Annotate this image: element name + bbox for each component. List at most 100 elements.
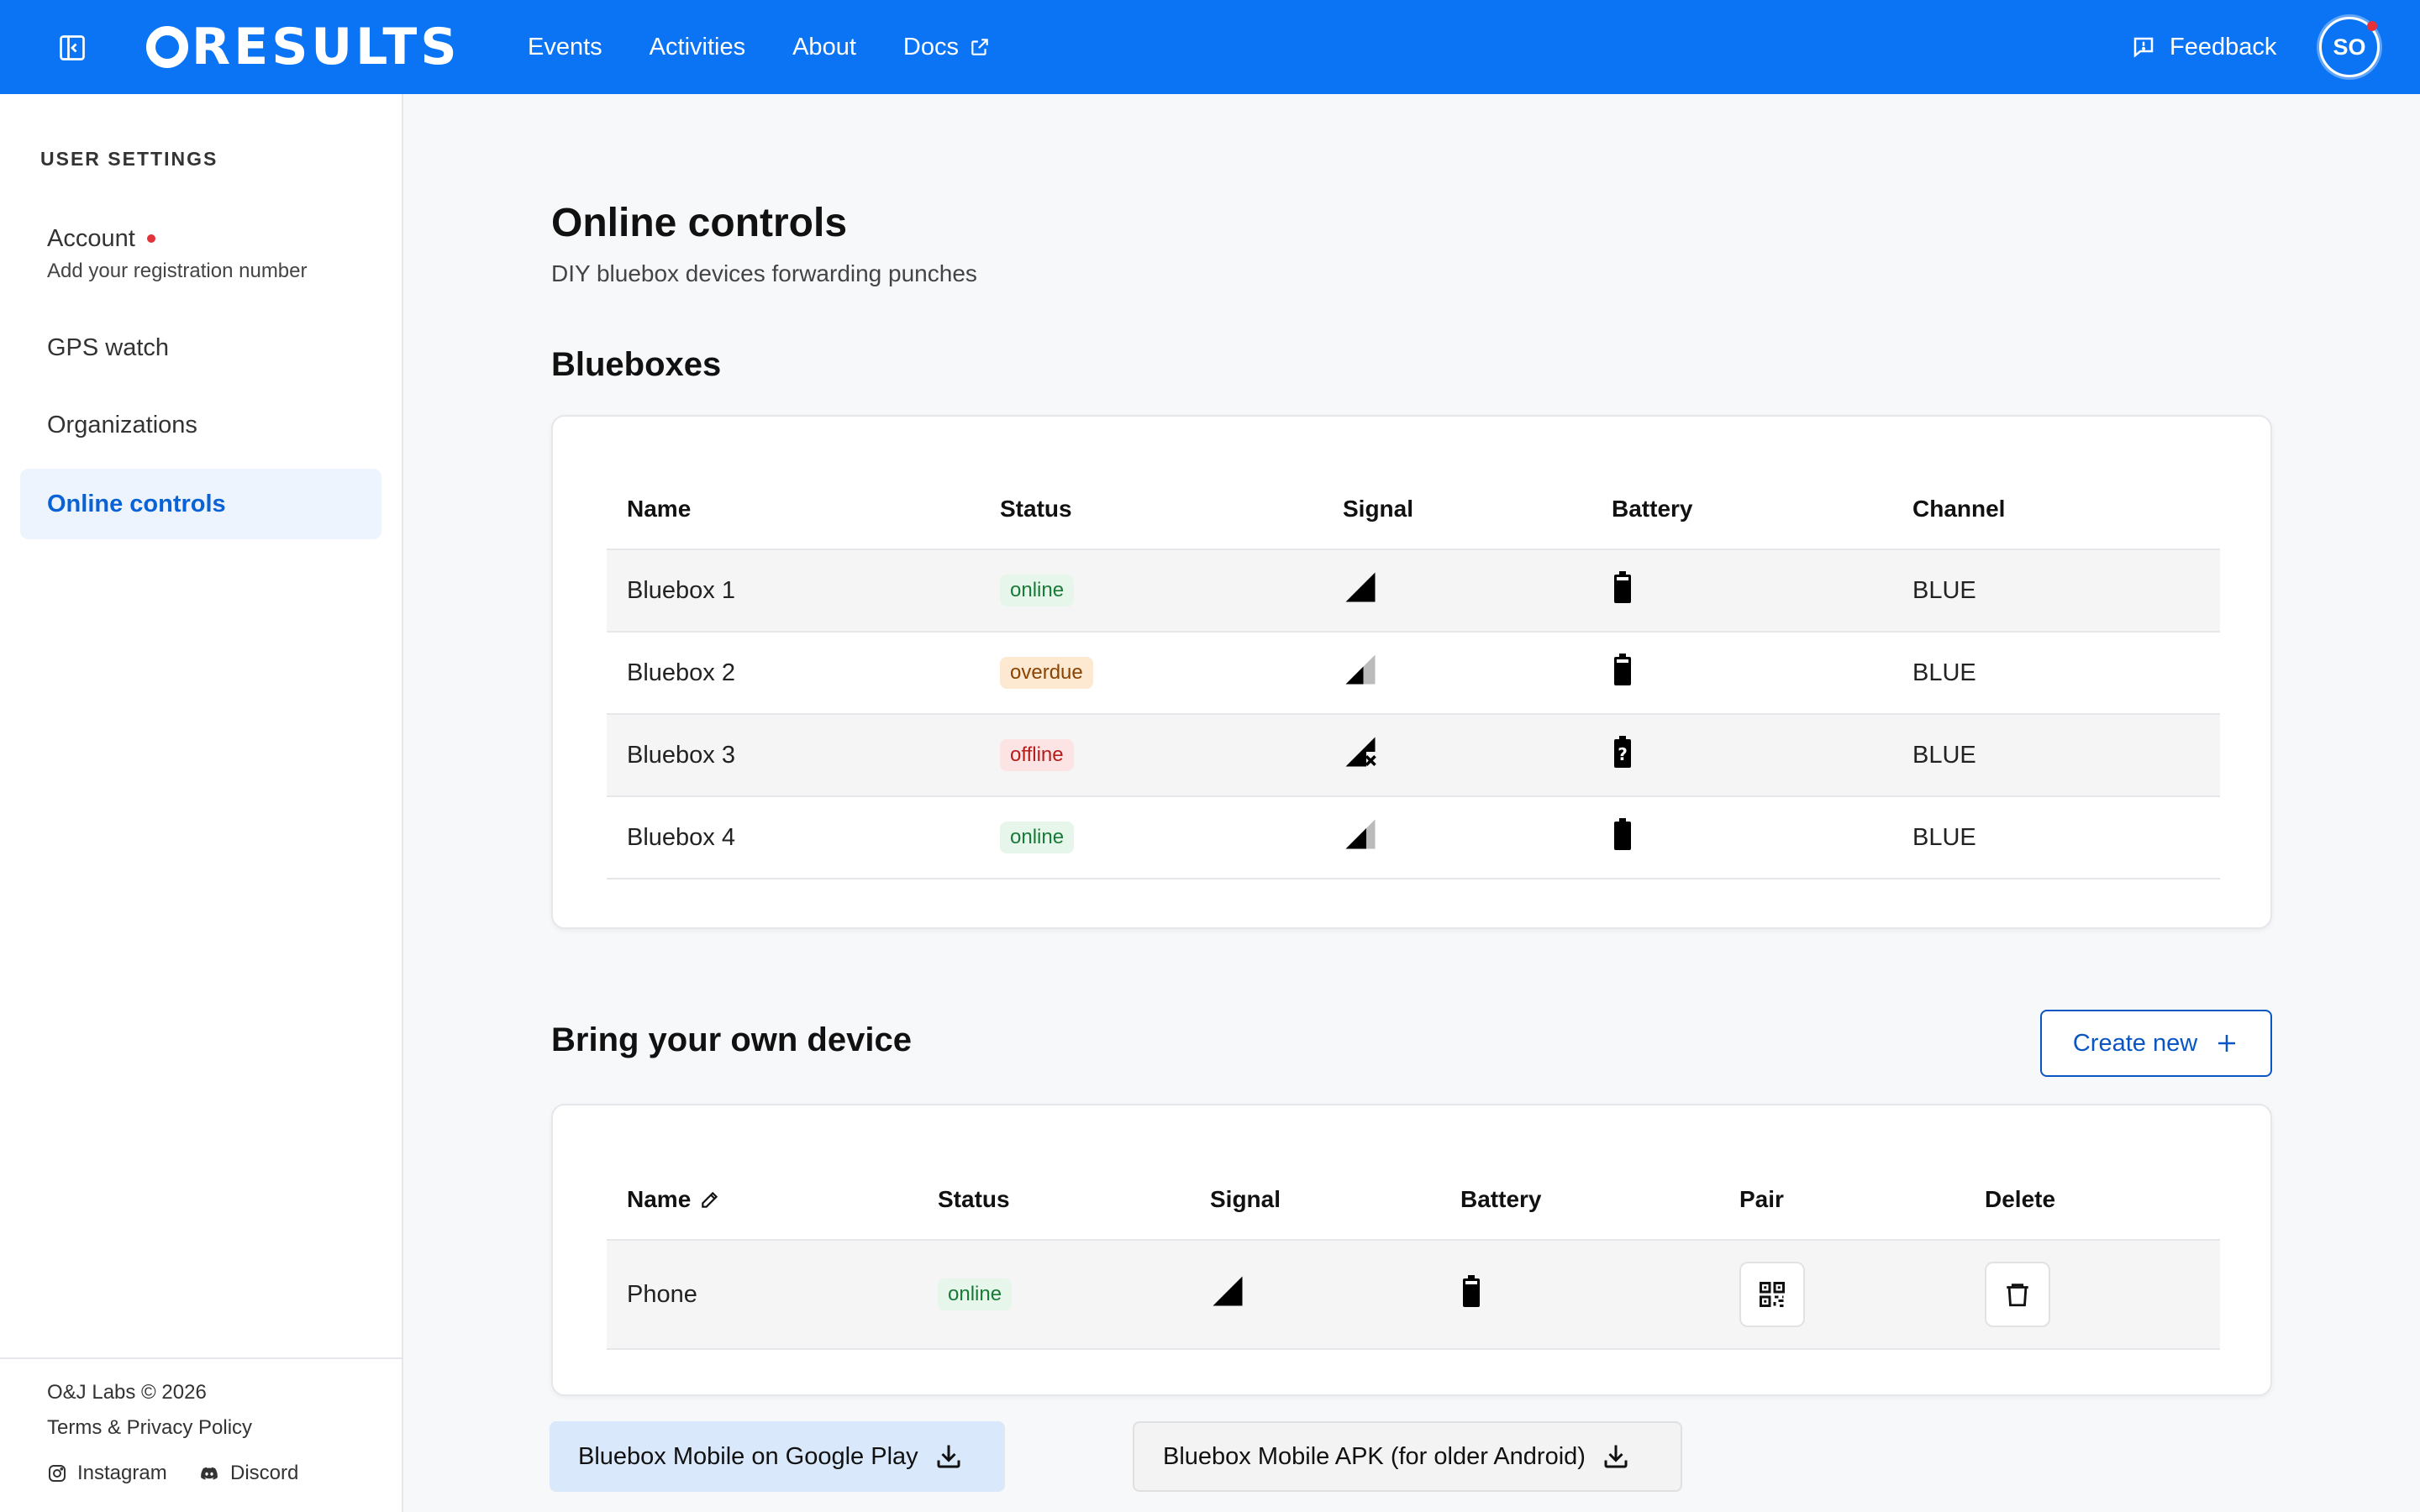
sidebar-item-label: Organizations [47,411,197,438]
byod-title: Bring your own device [551,1021,912,1058]
sidebar-item-label: GPS watch [47,333,170,361]
notification-dot [2367,21,2377,31]
status-badge: overdue [1000,657,1093,689]
create-new-label: Create new [2072,1029,2198,1057]
sidebar-heading: USER SETTINGS [40,148,218,170]
sidebar-item-organizations[interactable]: Organizations [20,390,381,460]
status-badge: online [1000,822,1075,853]
blueboxes-table: Name Status Signal Battery Channel Blueb… [607,469,2220,879]
instagram-icon [49,1465,66,1482]
feedback-icon [2133,37,2154,58]
download-icon [937,1445,960,1468]
logo-ring-icon [146,26,188,68]
instagram-label: Instagram [77,1462,167,1484]
nav-events[interactable]: Events [528,34,602,61]
sidebar-item-label: Online controls [47,490,226,517]
instagram-link[interactable]: Instagram [47,1462,167,1485]
col-name-label: Name [627,1185,692,1212]
external-link-icon [971,39,988,55]
nav-docs[interactable]: Docs [903,34,991,61]
avatar-initials: SO [2333,34,2366,60]
trash-icon [2007,1284,2028,1307]
copyright: O&J Labs © 2026 [47,1381,207,1404]
col-pair: Pair [1719,1159,1965,1241]
signal-full-icon [1345,572,1376,602]
google-play-download-button[interactable]: Bluebox Mobile on Google Play [550,1421,1005,1492]
battery-high-icon [1614,571,1631,603]
logo-text: RESULTS [192,18,460,76]
apk-label: Bluebox Mobile APK (for older Android) [1163,1442,1586,1470]
battery-unknown-icon: ? [1614,736,1631,768]
bluebox-name: Bluebox 3 [607,714,980,797]
col-status: Status [980,469,1323,550]
table-row: Bluebox 1 online BLUE [607,549,2220,633]
discord-icon [201,1467,218,1480]
status-badge: offline [1000,739,1074,771]
nav-activities[interactable]: Activities [650,34,745,61]
pencil-icon[interactable] [699,1189,721,1210]
avatar[interactable]: SO [2319,17,2380,77]
channel-value: BLUE [1892,796,2220,879]
status-badge: online [1000,575,1075,606]
svg-text:?: ? [1618,744,1628,764]
battery-high-icon [1614,654,1631,685]
discord-link[interactable]: Discord [198,1462,298,1485]
bluebox-name: Bluebox 1 [607,549,980,633]
signal-full-icon [1213,1276,1243,1306]
delete-button[interactable] [1985,1262,2050,1327]
discord-label: Discord [230,1462,299,1484]
col-channel: Channel [1892,469,2220,550]
col-battery: Battery [1591,469,1892,550]
col-delete: Delete [1965,1159,2220,1241]
signal-none-icon [1345,737,1376,767]
channel-value: BLUE [1892,714,2220,797]
bluebox-name: Bluebox 4 [607,796,980,879]
byod-card: Name Status Signal Battery Pair Delete P… [551,1104,2272,1396]
sidebar: USER SETTINGS Account Add your registrat… [0,94,403,1512]
sidebar-footer: O&J Labs © 2026 Terms & Privacy Policy I… [0,1357,402,1512]
download-icon [1604,1445,1628,1468]
terms-link[interactable]: Terms & Privacy Policy [47,1416,252,1440]
qr-code-icon [1760,1282,1785,1307]
plus-icon [2218,1035,2236,1052]
col-signal: Signal [1190,1159,1440,1241]
top-navbar: RESULTS Events Activities About Docs Fee… [0,0,2420,94]
feedback-button[interactable]: Feedback [2131,27,2276,67]
status-badge: online [938,1278,1013,1310]
google-play-label: Bluebox Mobile on Google Play [578,1442,918,1470]
col-battery: Battery [1440,1159,1719,1241]
battery-full-icon [1614,818,1631,850]
byod-table: Name Status Signal Battery Pair Delete P… [607,1159,2220,1350]
bluebox-name: Bluebox 2 [607,632,980,715]
table-row: Bluebox 4 online BLUE [607,796,2220,879]
table-row: Bluebox 3 offline ? BLUE [607,714,2220,797]
logo[interactable]: RESULTS [146,18,460,76]
sidebar-item-gps-watch[interactable]: GPS watch [20,312,381,383]
signal-medium-icon [1345,654,1376,685]
nav-about[interactable]: About [792,34,856,61]
alert-dot [146,234,155,243]
nav-docs-label: Docs [902,33,959,60]
blueboxes-card: Name Status Signal Battery Channel Blueb… [551,415,2272,929]
pair-button[interactable] [1739,1262,1805,1327]
feedback-label: Feedback [2170,33,2277,60]
apk-download-button[interactable]: Bluebox Mobile APK (for older Android) [1133,1421,1682,1492]
sidebar-item-sub: Add your registration number [47,259,308,282]
page-subtitle: DIY bluebox devices forwarding punches [551,260,977,286]
signal-medium-icon [1345,819,1376,849]
col-status: Status [918,1159,1190,1241]
table-row: Bluebox 2 overdue BLUE [607,632,2220,715]
sidebar-toggle-icon[interactable] [55,31,89,65]
nav-links: Events Activities About Docs [528,0,1038,94]
channel-value: BLUE [1892,632,2220,715]
create-new-button[interactable]: Create new [2040,1010,2272,1077]
sidebar-item-account[interactable]: Account Add your registration number [20,213,381,294]
battery-high-icon [1463,1275,1480,1307]
page-title: Online controls [551,201,848,245]
col-name: Name [607,1159,918,1241]
col-name: Name [607,469,980,550]
col-signal: Signal [1323,469,1591,550]
sidebar-item-label: Account [47,224,135,252]
channel-value: BLUE [1892,549,2220,633]
sidebar-item-online-controls[interactable]: Online controls [20,469,381,539]
